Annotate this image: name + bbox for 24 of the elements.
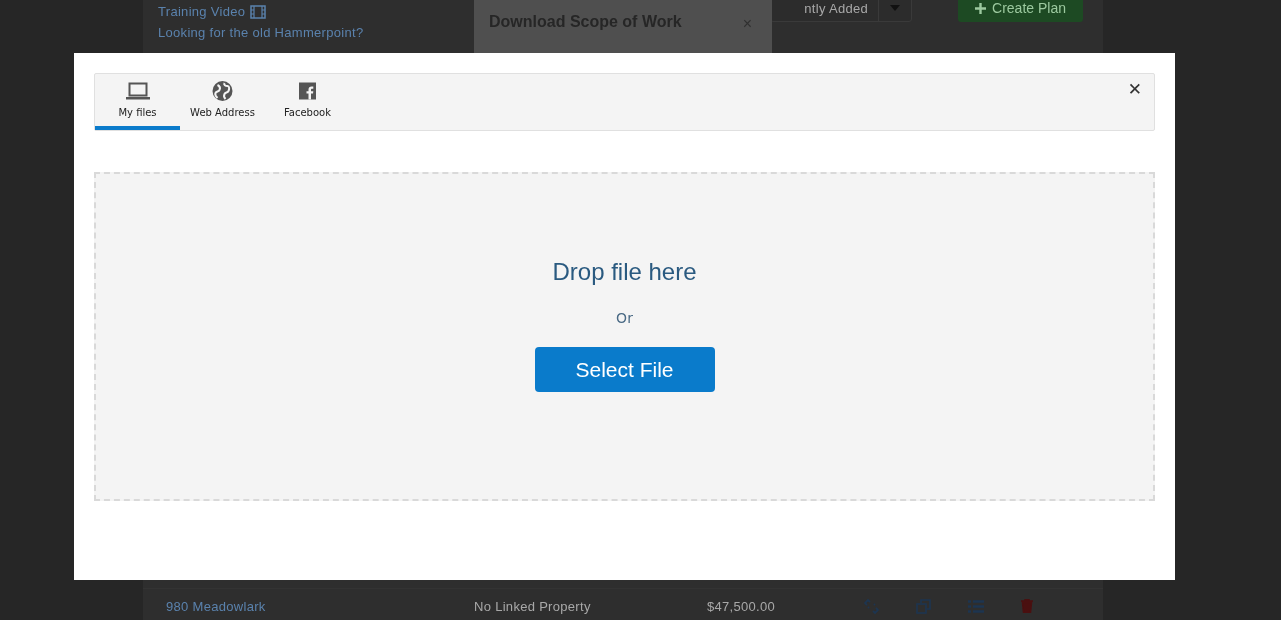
copy-icon[interactable] <box>916 598 931 614</box>
close-button[interactable]: ✕ <box>1121 78 1148 100</box>
caret-icon <box>890 5 900 11</box>
separator-text: Or <box>616 310 633 326</box>
globe-icon <box>212 81 233 101</box>
create-plan-button[interactable]: Create Plan <box>958 0 1083 22</box>
plan-name-link[interactable]: 980 Meadowlark <box>143 598 474 614</box>
select-file-button[interactable]: Select File <box>534 347 715 392</box>
property-cell-text: No Linked Property <box>474 598 592 614</box>
source-tab[interactable]: My files <box>95 74 180 130</box>
laptop-icon <box>125 81 150 101</box>
drop-zone[interactable]: Drop file here Or Select File <box>94 172 1155 501</box>
sort-select[interactable]: ntly Added <box>770 0 912 22</box>
facebook-icon <box>299 81 316 101</box>
trash-icon[interactable] <box>1021 599 1033 613</box>
list-icon[interactable] <box>968 599 984 613</box>
link[interactable]: Looking for the old Hammerpoint? <box>158 25 364 40</box>
drop-heading: Drop file here <box>552 258 697 286</box>
film-icon <box>250 4 267 19</box>
link[interactable]: Training Video <box>158 4 267 19</box>
source-tab[interactable]: Web Address <box>180 74 265 130</box>
plus-icon <box>975 2 987 14</box>
amount-cell-text: $47,500.00 <box>707 598 777 614</box>
source-tab[interactable]: Facebook <box>265 74 350 130</box>
